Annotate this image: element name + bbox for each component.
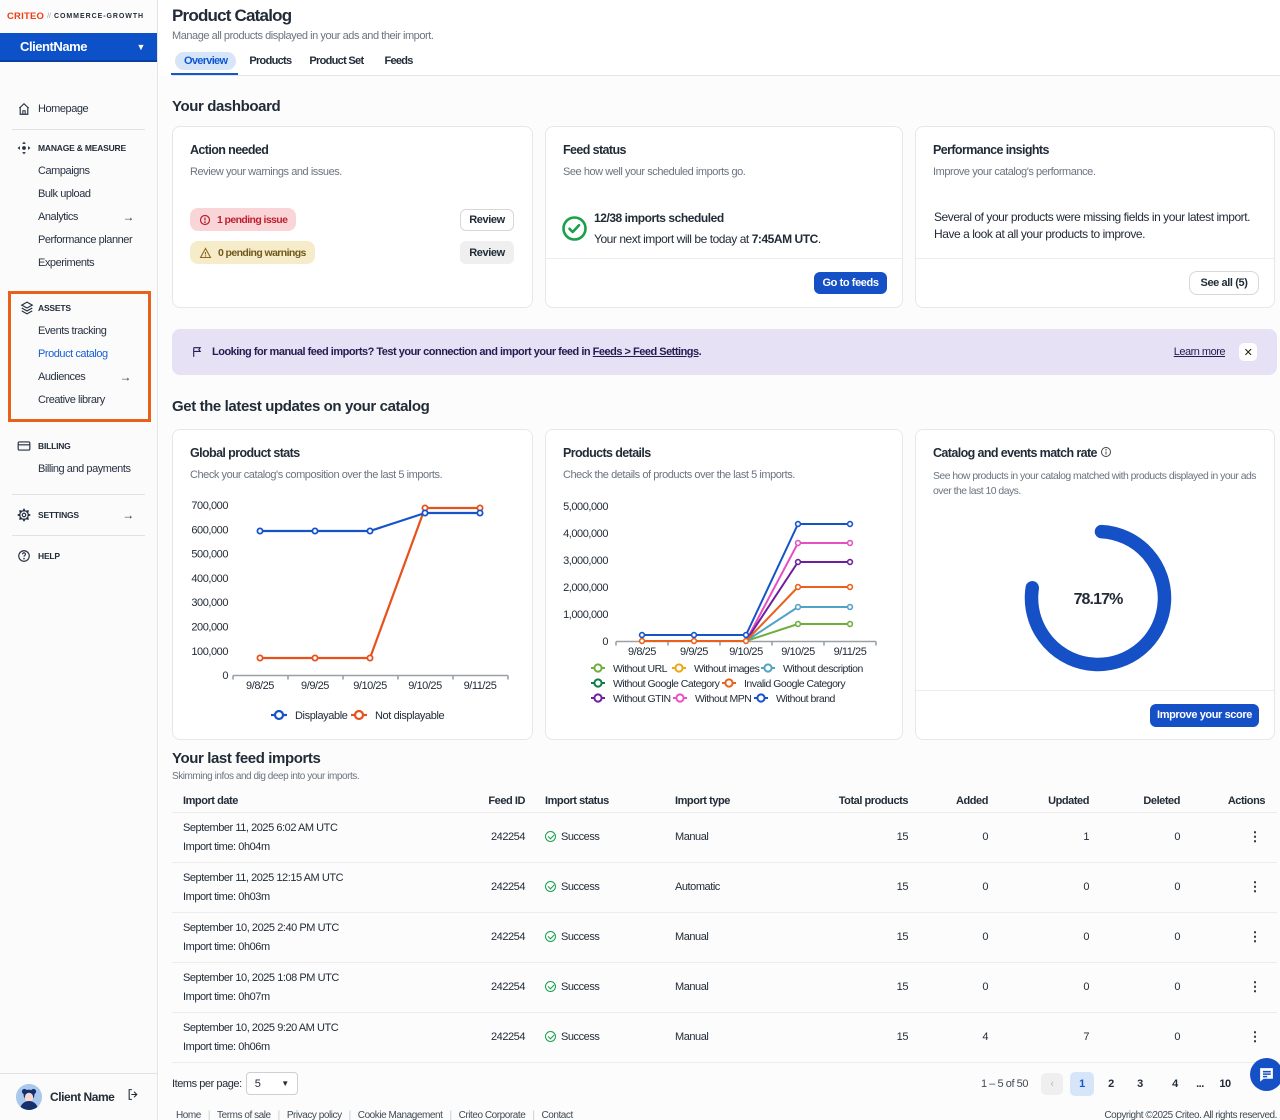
svg-text:700,000: 700,000 bbox=[191, 500, 228, 512]
svg-text:0: 0 bbox=[222, 670, 228, 682]
svg-text:Without Google Category: Without Google Category bbox=[613, 678, 721, 690]
svg-text:0: 0 bbox=[602, 636, 608, 648]
svg-text:9/8/25: 9/8/25 bbox=[246, 680, 274, 692]
svg-text:9/8/25: 9/8/25 bbox=[628, 646, 656, 658]
svg-text:600,000: 600,000 bbox=[191, 524, 228, 536]
svg-text:4,000,000: 4,000,000 bbox=[563, 528, 608, 540]
svg-text:Without URL: Without URL bbox=[613, 663, 668, 675]
svg-text:9/10/25: 9/10/25 bbox=[781, 646, 815, 658]
svg-text:3,000,000: 3,000,000 bbox=[563, 555, 608, 567]
svg-text:9/9/25: 9/9/25 bbox=[680, 646, 708, 658]
svg-text:9/10/25: 9/10/25 bbox=[353, 680, 387, 692]
svg-text:200,000: 200,000 bbox=[191, 622, 228, 634]
svg-text:9/10/25: 9/10/25 bbox=[729, 646, 763, 658]
svg-text:100,000: 100,000 bbox=[191, 646, 228, 658]
svg-text:9/11/25: 9/11/25 bbox=[464, 680, 497, 692]
svg-text:9/9/25: 9/9/25 bbox=[301, 680, 329, 692]
svg-text:Without MPN: Without MPN bbox=[695, 693, 751, 705]
svg-text:5,000,000: 5,000,000 bbox=[563, 501, 608, 513]
svg-text:Without description: Without description bbox=[783, 663, 863, 675]
svg-text:300,000: 300,000 bbox=[191, 597, 228, 609]
svg-text:500,000: 500,000 bbox=[191, 549, 228, 561]
svg-text:Without images: Without images bbox=[694, 663, 760, 675]
svg-text:1,000,000: 1,000,000 bbox=[563, 609, 608, 621]
svg-text:2,000,000: 2,000,000 bbox=[563, 582, 608, 594]
svg-text:Displayable: Displayable bbox=[295, 710, 348, 722]
svg-text:Without brand: Without brand bbox=[776, 693, 836, 705]
svg-text:9/11/25: 9/11/25 bbox=[834, 646, 867, 658]
svg-text:400,000: 400,000 bbox=[191, 573, 228, 585]
svg-text:Without GTIN: Without GTIN bbox=[613, 693, 671, 705]
svg-text:Invalid Google Category: Invalid Google Category bbox=[744, 678, 846, 690]
svg-text:Not displayable: Not displayable bbox=[375, 710, 444, 722]
svg-text:9/10/25: 9/10/25 bbox=[408, 680, 442, 692]
svg-text:78.17%: 78.17% bbox=[1074, 591, 1124, 608]
